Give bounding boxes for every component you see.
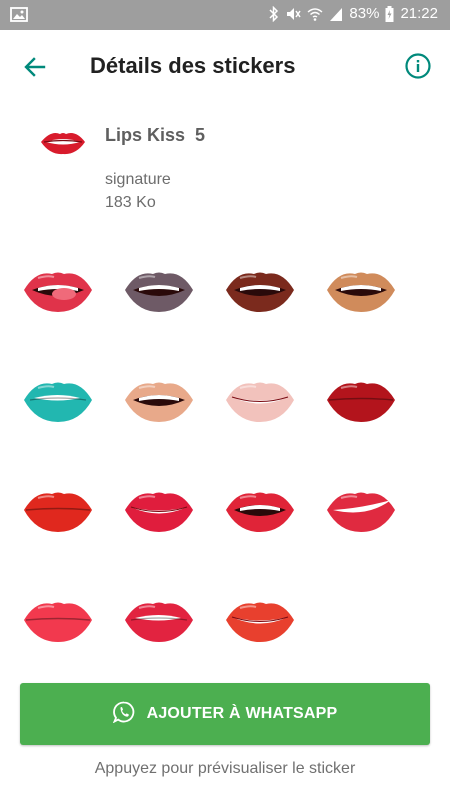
sticker-item[interactable] [119,250,199,330]
lips-sticker-image [24,492,92,532]
wifi-icon [307,6,323,22]
image-icon [10,7,28,27]
lips-sticker-image [125,492,193,532]
sticker-item[interactable] [220,250,300,330]
lips-sticker-image [125,602,193,642]
sticker-item[interactable] [321,250,401,330]
mute-icon [285,6,302,22]
sticker-item[interactable] [18,580,98,660]
sticker-item[interactable] [18,470,98,550]
lips-sticker-image [327,382,395,422]
sticker-item[interactable] [119,360,199,440]
status-bar: 83% 21:22 [0,0,450,30]
lips-sticker-image [24,382,92,422]
whatsapp-icon [112,701,135,728]
lips-sticker-image [226,382,294,422]
app-bar: Détails des stickers [0,30,450,102]
sticker-item[interactable] [119,470,199,550]
arrow-back-icon[interactable] [20,52,50,82]
lips-sticker-image [226,492,294,532]
bluetooth-icon [269,5,279,22]
sticker-item[interactable] [220,580,300,660]
sticker-item[interactable] [220,470,300,550]
sticker-item[interactable] [321,470,401,550]
lips-sticker-image [125,382,193,422]
clock: 21:22 [400,5,438,22]
pack-size: 183 Ko [105,194,156,211]
lips-sticker-image [226,272,294,312]
add-to-whatsapp-button[interactable]: AJOUTER À WHATSAPP [20,683,430,745]
info-icon[interactable] [404,52,432,80]
preview-hint: Appuyez pour prévisualiser le sticker [94,760,356,777]
page-title: Détails des stickers [90,53,296,78]
add-button-label: AJOUTER À WHATSAPP [146,705,338,722]
lips-sticker-image [327,272,395,312]
sticker-item[interactable] [321,360,401,440]
pack-author: signature [105,171,171,188]
sticker-item[interactable] [119,580,199,660]
signal-icon [329,6,343,22]
battery-percent: 83% [349,5,380,22]
sticker-item[interactable] [18,360,98,440]
lips-sticker-image [125,272,193,312]
pack-tray-icon [38,122,88,162]
sticker-item[interactable] [220,360,300,440]
lips-sticker-image [24,602,92,642]
pack-name: Lips Kiss 5 [105,125,206,145]
battery-icon [385,5,394,22]
lips-sticker-image [327,492,395,532]
lips-sticker-image [24,272,92,312]
sticker-item[interactable] [18,250,98,330]
lips-sticker-image [226,602,294,642]
